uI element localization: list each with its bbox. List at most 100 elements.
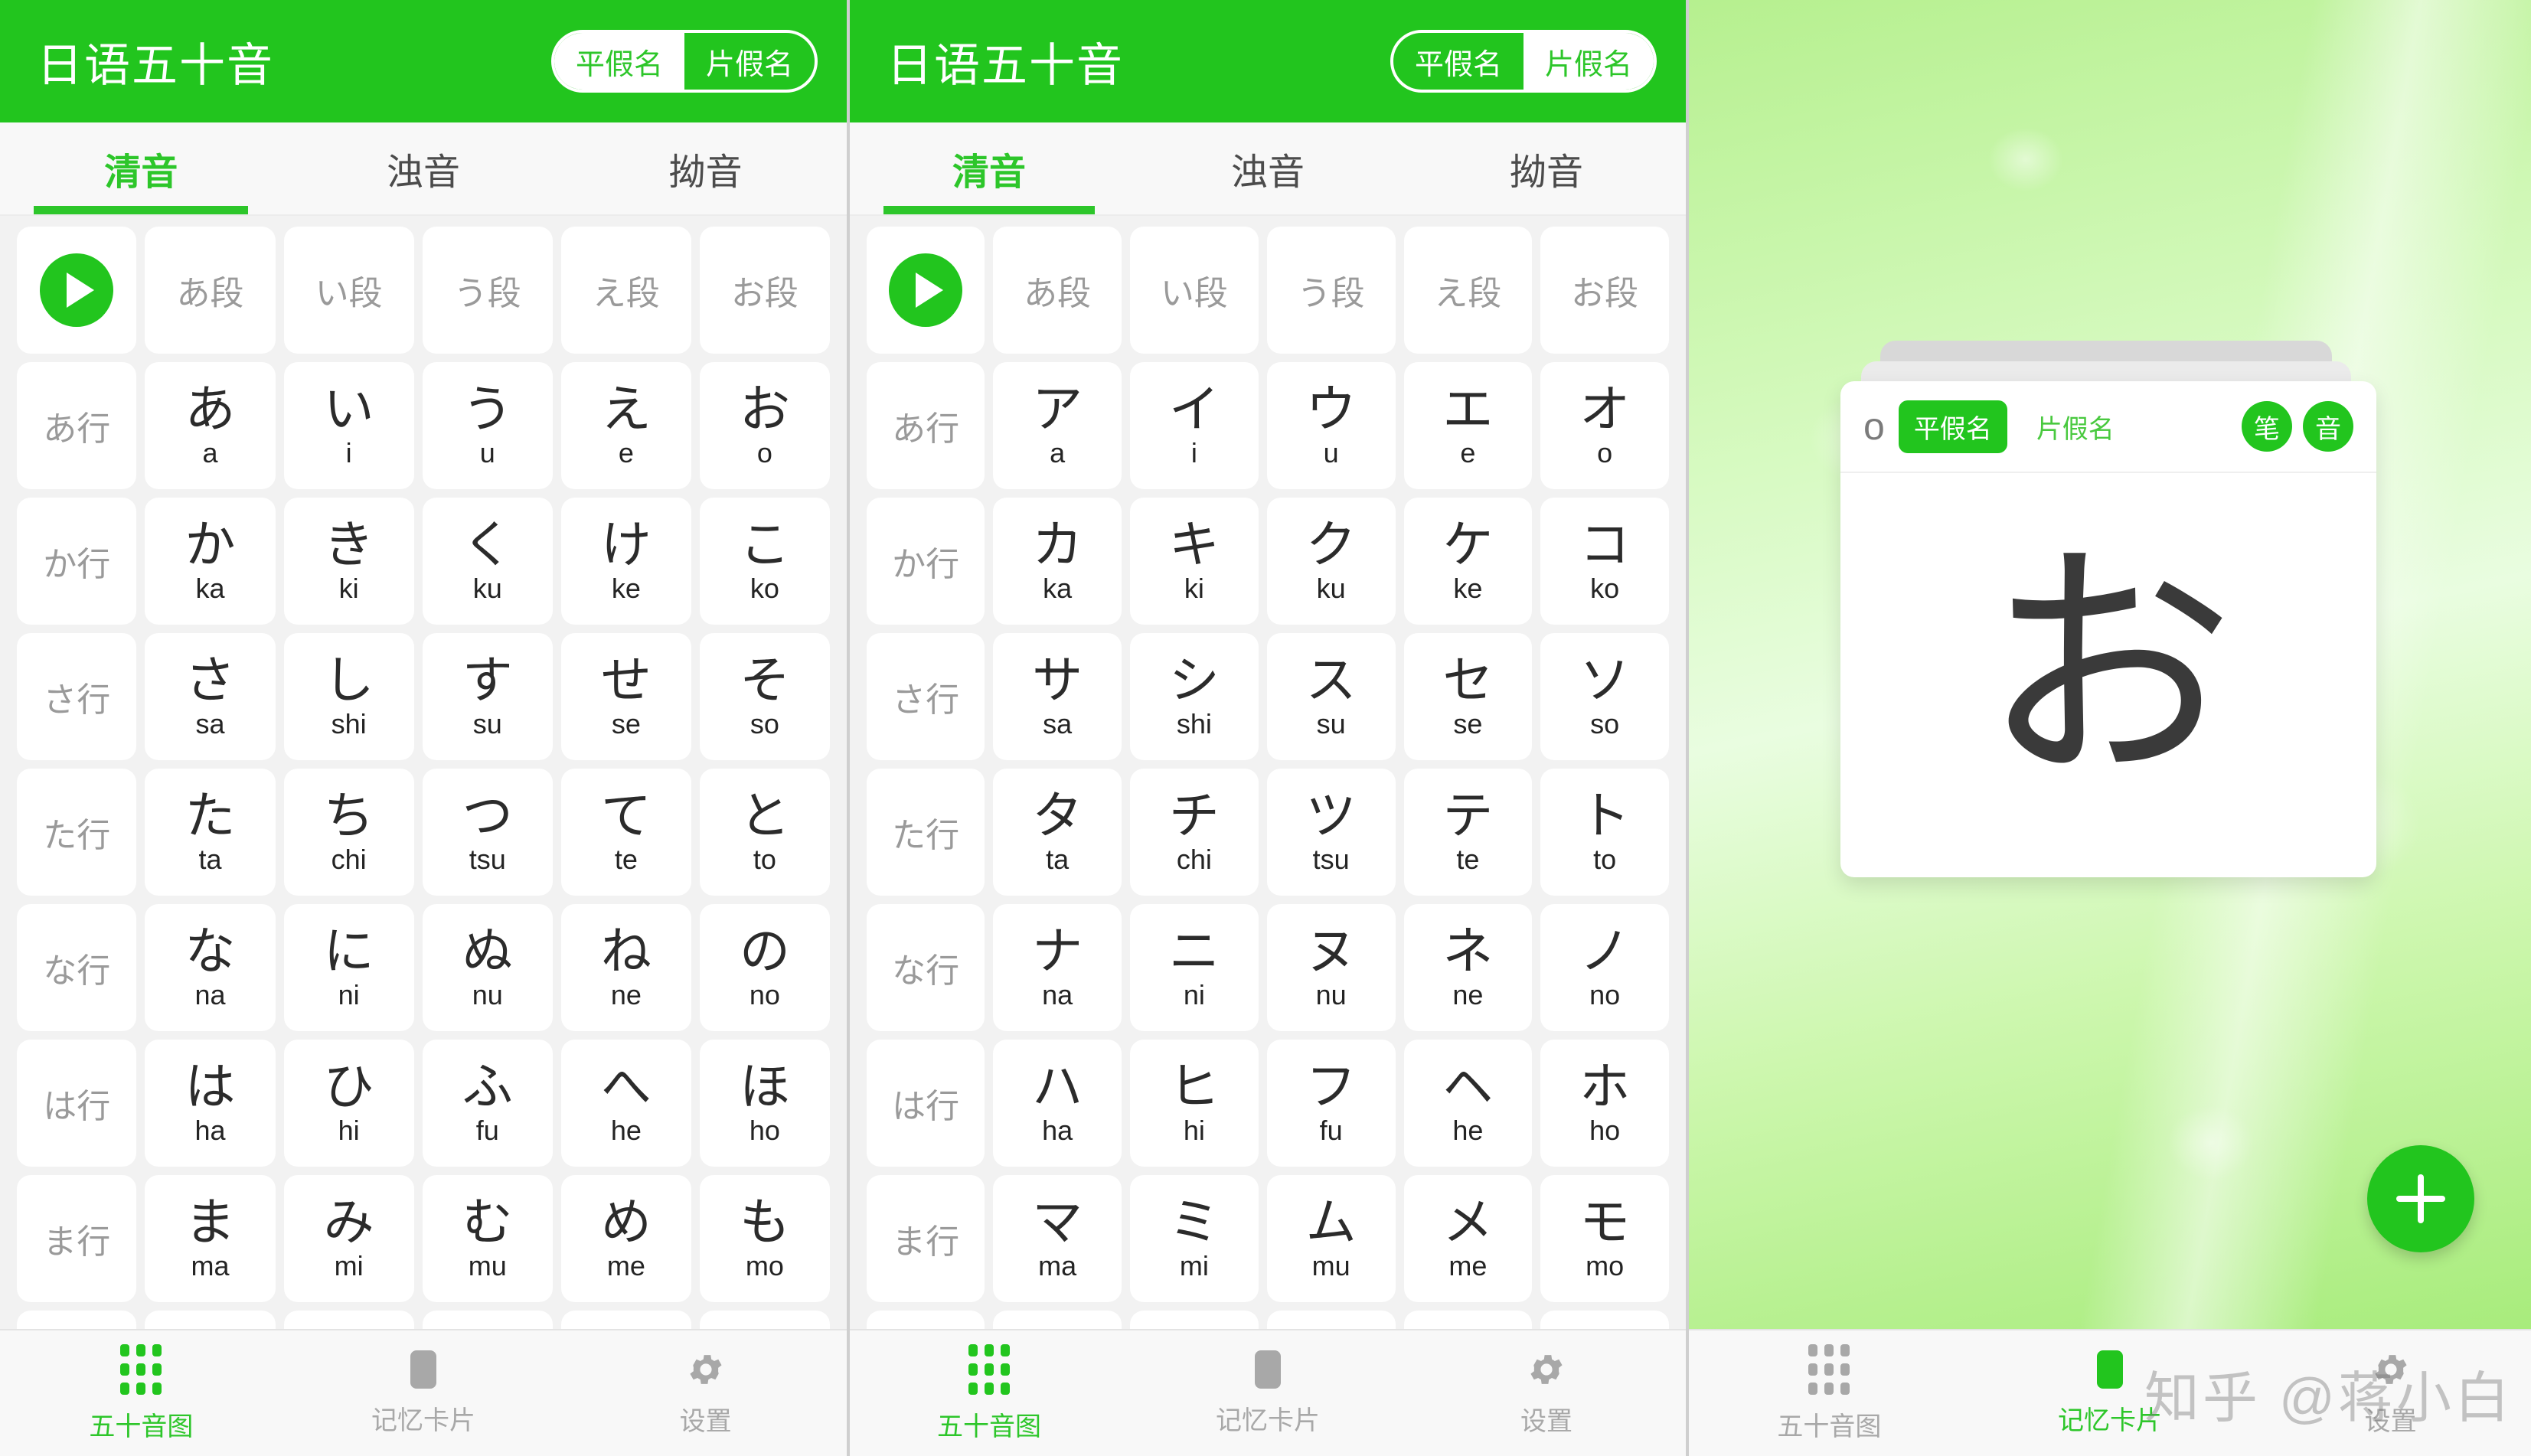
kana-cell[interactable]: ナ na: [993, 904, 1122, 1031]
kana-cell[interactable]: も mo: [699, 1175, 830, 1302]
flashcard[interactable]: o 平假名 片假名 笔 音 お: [1840, 381, 2376, 877]
kana-cell[interactable]: タ ta: [993, 769, 1122, 896]
kana-cell[interactable]: た ta: [145, 769, 276, 896]
kana-cell[interactable]: メ me: [1403, 1175, 1533, 1302]
kana-cell[interactable]: す su: [422, 633, 553, 760]
kana-cell[interactable]: き ki: [283, 498, 414, 625]
kana-cell-partial[interactable]: [993, 1311, 1122, 1329]
kana-cell[interactable]: ね ne: [560, 904, 691, 1031]
kana-cell-partial[interactable]: [17, 1311, 137, 1329]
nav-gojuon-2[interactable]: 五十音图: [850, 1330, 1128, 1456]
tab-dakuon-2[interactable]: 浊音: [1128, 122, 1407, 214]
kana-cell[interactable]: ケ ke: [1403, 498, 1533, 625]
flashcard-toggle-katakana[interactable]: 片假名: [2021, 400, 2130, 453]
kana-cell[interactable]: チ chi: [1130, 769, 1259, 896]
kana-cell[interactable]: か ka: [145, 498, 276, 625]
nav-settings-2[interactable]: 设置: [1407, 1330, 1686, 1456]
kana-cell[interactable]: ひ hi: [283, 1040, 414, 1167]
kana-cell[interactable]: いi: [283, 362, 414, 489]
kana-cell[interactable]: ノ no: [1540, 904, 1669, 1031]
kana-cell[interactable]: む mu: [422, 1175, 553, 1302]
kana-cell[interactable]: ク ku: [1266, 498, 1396, 625]
kana-cell[interactable]: コ ko: [1540, 498, 1669, 625]
nav-settings-3[interactable]: 设置: [2250, 1330, 2531, 1456]
tab-youon-2[interactable]: 拗音: [1407, 122, 1686, 214]
kana-cell[interactable]: こ ko: [699, 498, 830, 625]
kana-cell[interactable]: ウu: [1266, 362, 1396, 489]
kana-cell[interactable]: おo: [699, 362, 830, 489]
kana-cell[interactable]: く ku: [422, 498, 553, 625]
kana-cell[interactable]: えe: [560, 362, 691, 489]
kana-cell[interactable]: カ ka: [993, 498, 1122, 625]
kana-cell[interactable]: ホ ho: [1540, 1040, 1669, 1167]
kana-cell-partial[interactable]: [699, 1311, 830, 1329]
kana-cell[interactable]: な na: [145, 904, 276, 1031]
kana-cell[interactable]: と to: [699, 769, 830, 896]
kana-cell[interactable]: ち chi: [283, 769, 414, 896]
kana-cell[interactable]: エe: [1403, 362, 1533, 489]
kana-cell[interactable]: ス su: [1266, 633, 1396, 760]
kana-cell[interactable]: ふ fu: [422, 1040, 553, 1167]
kana-grid-wrap-2[interactable]: あ段 い段 う段 え段 お段 あ行ア a イ i ウ u エ e オ o か行カ ka キ ki ク ku ケ ke コ ko さ…: [850, 216, 1686, 1329]
kana-cell[interactable]: ま ma: [145, 1175, 276, 1302]
kana-cell[interactable]: アa: [993, 362, 1122, 489]
kana-cell-partial[interactable]: [1266, 1311, 1396, 1329]
audio-button[interactable]: 音: [2303, 401, 2353, 452]
toggle-hiragana-2[interactable]: 平假名: [1393, 33, 1523, 90]
kana-cell-partial[interactable]: [867, 1311, 985, 1329]
kana-cell[interactable]: は ha: [145, 1040, 276, 1167]
kana-cell[interactable]: あa: [145, 362, 276, 489]
tab-seion-1[interactable]: 清音: [0, 122, 282, 214]
kana-cell[interactable]: キ ki: [1130, 498, 1259, 625]
kana-cell[interactable]: ほ ho: [699, 1040, 830, 1167]
kana-cell[interactable]: ハ ha: [993, 1040, 1122, 1167]
kana-cell[interactable]: に ni: [283, 904, 414, 1031]
kana-cell[interactable]: ニ ni: [1130, 904, 1259, 1031]
kana-cell[interactable]: み mi: [283, 1175, 414, 1302]
kana-cell[interactable]: マ ma: [993, 1175, 1122, 1302]
kana-cell[interactable]: そ so: [699, 633, 830, 760]
kana-cell[interactable]: さ sa: [145, 633, 276, 760]
kana-cell[interactable]: へ he: [560, 1040, 691, 1167]
nav-gojuon-1[interactable]: 五十音图: [0, 1330, 282, 1456]
kana-cell[interactable]: オo: [1540, 362, 1669, 489]
play-all-button-1[interactable]: [17, 227, 137, 354]
kana-cell[interactable]: シ shi: [1130, 633, 1259, 760]
kana-cell-partial[interactable]: [1130, 1311, 1259, 1329]
kana-cell[interactable]: サ sa: [993, 633, 1122, 760]
kana-cell[interactable]: イi: [1130, 362, 1259, 489]
kana-toggle-2[interactable]: 平假名 片假名: [1390, 30, 1657, 93]
nav-flashcard-1[interactable]: 记忆卡片: [282, 1330, 565, 1456]
kana-cell-partial[interactable]: [560, 1311, 691, 1329]
kana-cell[interactable]: フ fu: [1266, 1040, 1396, 1167]
nav-gojuon-3[interactable]: 五十音图: [1689, 1330, 1970, 1456]
play-all-button-2[interactable]: [867, 227, 985, 354]
kana-cell[interactable]: ヌ nu: [1266, 904, 1396, 1031]
nav-flashcard-3[interactable]: 记忆卡片: [1970, 1330, 2251, 1456]
add-card-button[interactable]: [2367, 1145, 2474, 1252]
kana-cell-partial[interactable]: [1403, 1311, 1533, 1329]
tab-seion-2[interactable]: 清音: [850, 122, 1128, 214]
kana-cell[interactable]: つ tsu: [422, 769, 553, 896]
nav-flashcard-2[interactable]: 记忆卡片: [1128, 1330, 1407, 1456]
toggle-katakana-2[interactable]: 片假名: [1523, 33, 1654, 90]
kana-cell[interactable]: テ te: [1403, 769, 1533, 896]
stroke-order-button[interactable]: 笔: [2242, 401, 2292, 452]
toggle-katakana-1[interactable]: 片假名: [684, 33, 815, 90]
tab-dakuon-1[interactable]: 浊音: [282, 122, 565, 214]
tab-youon-1[interactable]: 拗音: [564, 122, 847, 214]
kana-grid-wrap-1[interactable]: あ段 い段 う段 え段 お段 あ行あ a い i う u え e お o か行か ka き ki く ku け ke こ ko さ…: [0, 216, 847, 1329]
kana-cell[interactable]: ヒ hi: [1130, 1040, 1259, 1167]
kana-cell[interactable]: ぬ nu: [422, 904, 553, 1031]
kana-cell[interactable]: し shi: [283, 633, 414, 760]
kana-cell[interactable]: セ se: [1403, 633, 1533, 760]
kana-cell-partial[interactable]: [145, 1311, 276, 1329]
kana-cell[interactable]: の no: [699, 904, 830, 1031]
kana-cell[interactable]: ネ ne: [1403, 904, 1533, 1031]
kana-cell[interactable]: ソ so: [1540, 633, 1669, 760]
kana-toggle-1[interactable]: 平假名 片假名: [550, 30, 818, 93]
kana-cell-partial[interactable]: [422, 1311, 553, 1329]
kana-cell[interactable]: ト to: [1540, 769, 1669, 896]
kana-cell[interactable]: ミ mi: [1130, 1175, 1259, 1302]
kana-cell[interactable]: ツ tsu: [1266, 769, 1396, 896]
